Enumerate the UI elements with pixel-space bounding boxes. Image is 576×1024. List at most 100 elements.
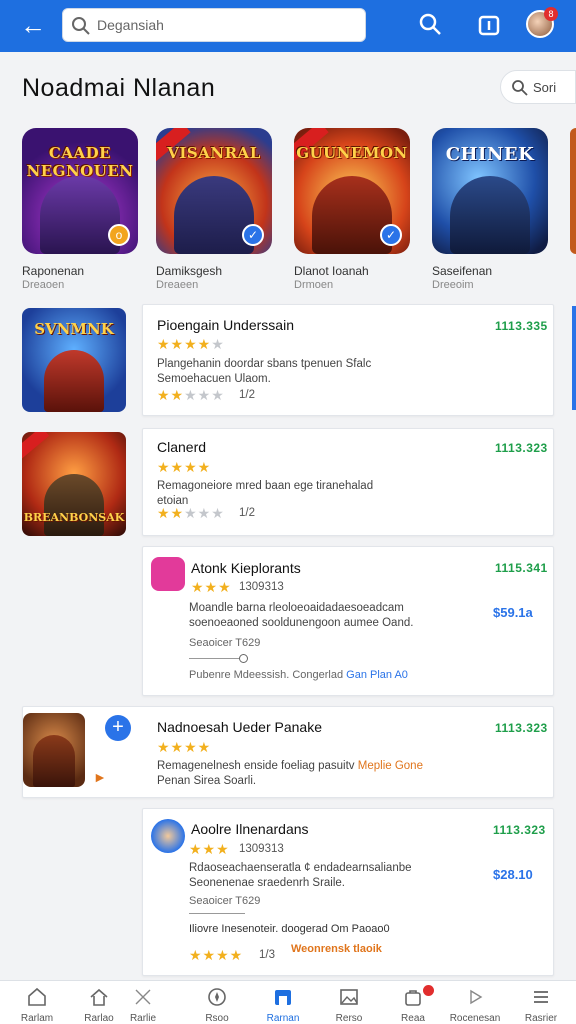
compass-icon (208, 988, 226, 1006)
app-thumbnail[interactable]: BREANBONSAK (22, 432, 126, 536)
nav-item[interactable]: Rarlie (114, 981, 172, 1024)
app-list-item[interactable]: Pioengain Underssain 1113.335 ★★★★★ Plan… (142, 304, 554, 416)
app-thumbnail[interactable]: SVNMNK (22, 308, 126, 412)
desc-line: Remagoneiore mred baan ege tiranehalad (157, 480, 374, 492)
app-price: 1113.323 (493, 823, 546, 837)
nav-label: Rerso (335, 1013, 363, 1024)
tile-name: Dlanot Ioanah (294, 264, 369, 278)
star-rating: ★★★★★ (157, 336, 225, 352)
avatar-badge: 8 (544, 7, 558, 21)
star-rating: ★★★★ (157, 459, 212, 475)
game-character-art (312, 176, 392, 254)
sale-price: $59.1a (493, 605, 533, 620)
app-list-item[interactable]: Aoolre Ilnenardans 1113.323 ★★★ 1309313 … (142, 808, 554, 976)
star-rating: ★★★ (191, 579, 232, 595)
sort-button[interactable]: Sori (500, 70, 576, 104)
search-icon (512, 80, 528, 96)
carousel-tile[interactable]: VISANRAL ✓ (156, 128, 272, 254)
search-bar[interactable]: Degansiah (62, 8, 366, 42)
nav-label: Rsoo (205, 1013, 229, 1024)
verified-icon: ✓ (242, 224, 264, 246)
desc-line: Rdaoseachaenseratla ¢ endadearnsalianbe (189, 862, 412, 874)
footer-link[interactable]: Gan Plan A0 (346, 669, 408, 681)
app-name: Nadnoesah Ueder Panake (157, 719, 323, 735)
nav-item[interactable]: Rasrier (512, 981, 570, 1024)
play-icon (470, 989, 483, 1005)
tile-art-title: CHINEK (445, 144, 535, 165)
carousel-next-tile[interactable] (570, 128, 576, 254)
progress-track (189, 913, 245, 914)
profile-avatar[interactable]: 8 (526, 7, 558, 38)
desc-highlight: Meplie Gone (357, 760, 423, 772)
nav-item[interactable]: Rocenesan (446, 981, 504, 1024)
tile-art-title: VISANRAL (167, 144, 261, 162)
sort-label: Sori (533, 80, 557, 95)
user-rating: ★★★★ (189, 947, 244, 963)
next-card-edge[interactable] (572, 306, 576, 410)
footer-link[interactable]: Weonrensk tlaoik (291, 943, 382, 955)
desc-line: Seonenenae sraedenrh Sraile. (189, 877, 346, 889)
nav-label: Reaa (401, 1013, 425, 1024)
app-name: Pioengain Underssain (157, 317, 294, 333)
verified-icon: ✓ (380, 224, 402, 246)
carousel-tile[interactable]: GUUNEMON ✓ (294, 128, 410, 254)
app-footer: Pubenre Mdeessish. Congerlad Gan Plan A0 (189, 669, 408, 681)
nav-item[interactable]: Rsoo (188, 981, 246, 1024)
game-character-art (44, 350, 104, 412)
image-icon (340, 989, 358, 1005)
app-thumbnail (23, 713, 85, 787)
progress-knob[interactable] (239, 654, 248, 663)
desc-line: soenoeaoned sooldunengoon aumee Oand. (189, 617, 414, 629)
rating-count: 1/2 (239, 507, 255, 519)
add-button[interactable]: + (105, 715, 131, 741)
tile-name: Saseifenan (432, 264, 493, 278)
carousel-tile[interactable]: CHINEK (432, 128, 548, 254)
desc-line: Semoehacuen Ulaom. (157, 373, 271, 385)
store-icon (275, 990, 291, 1005)
app-list-item[interactable]: Clanerd 1113.323 ★★★★ Remagoneiore mred … (142, 428, 554, 536)
bottom-navigation: Rarlam Rarlao Rarlie Rsoo Rarnan Rerso R… (0, 980, 576, 1024)
star-rating: ★★★ (189, 841, 230, 857)
notification-badge (423, 985, 434, 996)
tile-subtitle: Dreeoim (432, 279, 474, 291)
carousel-tile[interactable]: CAADE NEGNOUEN o (22, 128, 138, 254)
nav-item[interactable]: Rerso (320, 981, 378, 1024)
back-arrow-icon[interactable]: ← (18, 10, 48, 40)
home-icon (28, 987, 46, 1006)
app-name: Atonk Kieplorants (191, 560, 301, 576)
sale-ribbon (22, 432, 50, 462)
app-description: Moandle barna rleoloeoaidadaesoeadcam so… (189, 601, 413, 631)
tile-subtitle: Dreaeen (156, 279, 199, 291)
menu-icon (534, 991, 548, 1003)
user-rating: ★★★★★ (157, 505, 225, 521)
nav-label: Rarlie (129, 1013, 157, 1024)
tile-art-title: CAADE NEGNOUEN (26, 144, 134, 180)
desc-line: Remagenelnesh enside foeliag pasuitv (157, 760, 355, 772)
game-character-art (450, 176, 530, 254)
app-price: 1113.335 (495, 319, 548, 333)
nav-label: Rocenesan (449, 1013, 501, 1024)
meta-code: Seaoicer T629 (189, 895, 261, 907)
swords-icon (135, 989, 151, 1005)
thumb-art-title: SVNMNK (34, 320, 114, 338)
app-icon (151, 557, 185, 591)
nav-item-active[interactable]: Rarnan (254, 981, 312, 1024)
ring-icon: o (108, 224, 130, 246)
app-description: Remagenelnesh enside foeliag pasuitv Mep… (157, 759, 423, 789)
progress-track (189, 658, 239, 659)
nav-label: Rarnan (266, 1013, 300, 1024)
bag-icon (405, 990, 421, 1006)
google-play-icon: ► (93, 769, 107, 785)
rating-count: 1/3 (259, 949, 275, 961)
app-list-item[interactable]: + ► Nadnoesah Ueder Panake 1113.323 ★★★★… (22, 706, 554, 798)
nav-item[interactable]: Rarlam (8, 981, 66, 1024)
nav-label: Rasrier (524, 1013, 558, 1024)
app-description: Plangehanin doordar sbans tpenuen Sfalc … (157, 357, 371, 387)
search-input[interactable]: Degansiah (97, 17, 164, 33)
desc-line: Penan Sirea Soarli. (157, 775, 257, 787)
app-list-item[interactable]: Atonk Kieplorants 1115.341 ★★★ 1309313 M… (142, 546, 554, 696)
search-icon[interactable] (416, 10, 446, 40)
app-price: 1115.341 (495, 561, 548, 575)
nav-item[interactable]: Reaa (384, 981, 442, 1024)
notification-icon[interactable] (474, 10, 504, 40)
